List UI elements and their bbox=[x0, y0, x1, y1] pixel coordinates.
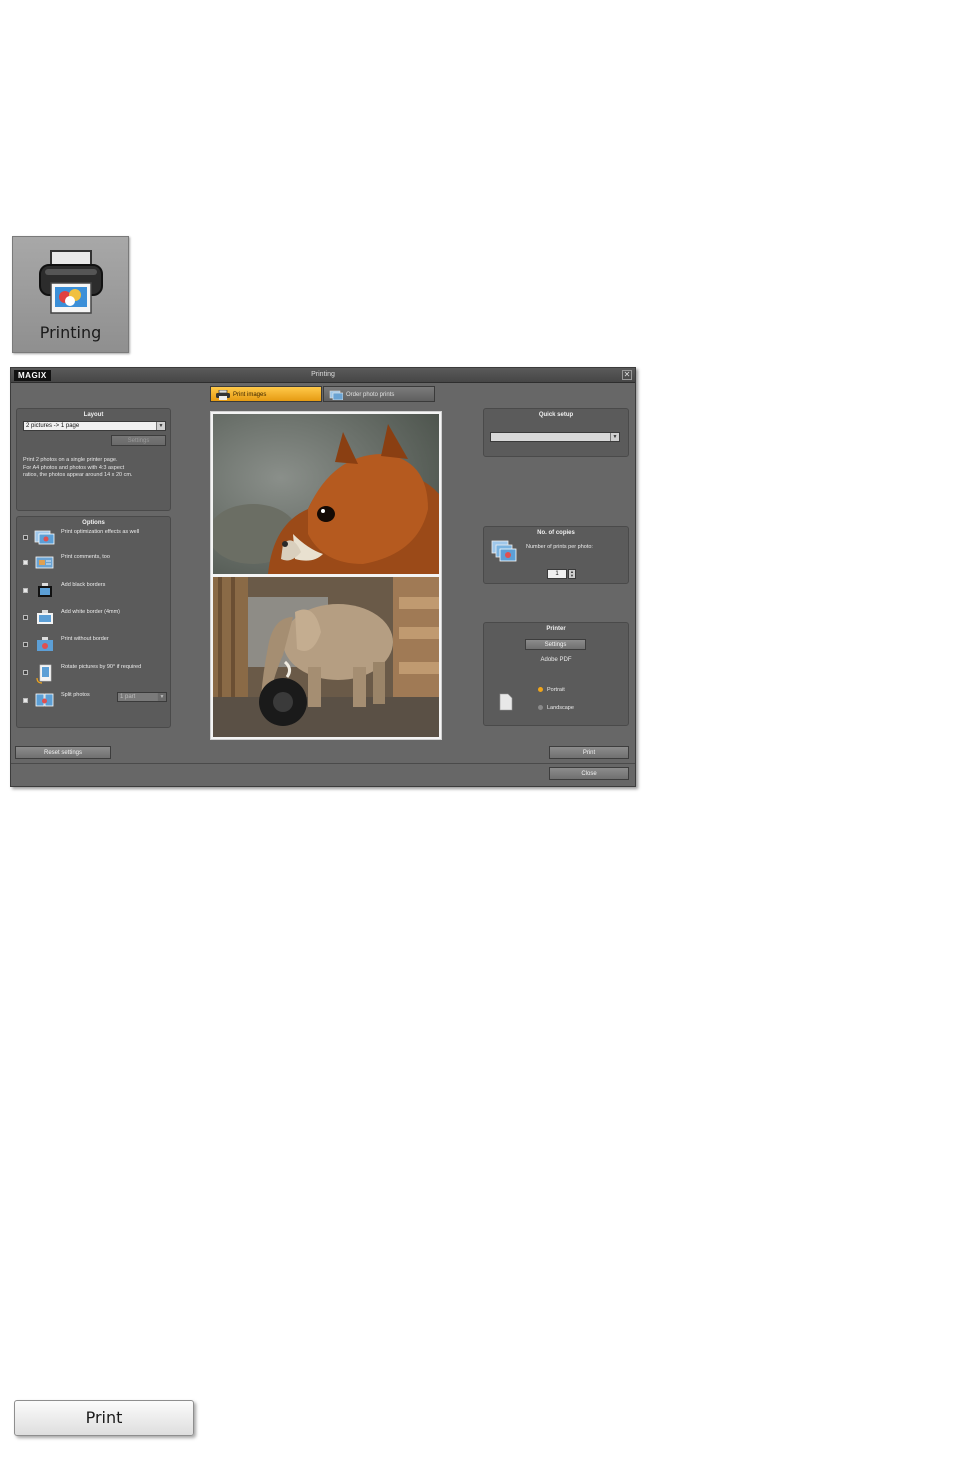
rotate-icon bbox=[36, 664, 52, 684]
photo-order-icon bbox=[329, 390, 343, 400]
standalone-print-button[interactable]: Print bbox=[14, 1400, 194, 1436]
option-checkbox[interactable] bbox=[23, 560, 28, 565]
printer-settings-button[interactable]: Settings bbox=[525, 639, 586, 650]
preview-photo-squirrel bbox=[213, 414, 439, 574]
split-icon bbox=[35, 693, 54, 707]
copies-value[interactable]: 1 bbox=[547, 569, 567, 579]
printer-icon bbox=[216, 390, 230, 400]
printer-panel: Printer Settings Adobe PDF Portrait Land… bbox=[483, 622, 629, 726]
quick-setup-panel: Quick setup ▼ bbox=[483, 408, 629, 457]
radio-dot[interactable] bbox=[538, 705, 543, 711]
split-parts-select[interactable]: 1 part ▼ bbox=[117, 692, 167, 702]
quick-setup-select[interactable]: ▼ bbox=[490, 432, 620, 442]
print-preview bbox=[210, 411, 442, 740]
option-checkbox[interactable] bbox=[23, 588, 28, 593]
copies-spinner[interactable]: 1 ▲ ▼ bbox=[547, 569, 577, 579]
option-checkbox[interactable] bbox=[23, 535, 28, 540]
layout-description-line: ratios, the photos appear around 14 x 20… bbox=[23, 472, 133, 478]
option-split-photos[interactable]: Split photos 1 part ▼ bbox=[21, 692, 169, 710]
option-label: Rotate pictures by 90° if required bbox=[61, 664, 142, 670]
layout-settings-button[interactable]: Settings bbox=[111, 435, 166, 446]
comment-icon bbox=[35, 556, 54, 569]
layout-description-line: For A4 photos and photos with 4:3 aspect bbox=[23, 464, 125, 471]
printer-name: Adobe PDF bbox=[540, 657, 572, 663]
landscape-label: Landscape bbox=[547, 705, 574, 711]
layout-title: Layout bbox=[83, 412, 104, 418]
portrait-radio[interactable]: Portrait bbox=[538, 687, 565, 693]
copies-label: Number of prints per photo: bbox=[526, 544, 593, 550]
radio-dot[interactable] bbox=[538, 687, 543, 693]
layout-select[interactable]: 2 pictures -> 1 page ▼ bbox=[23, 421, 166, 431]
option-label: Split photos bbox=[61, 692, 90, 698]
option-label: Print optimization effects as well bbox=[61, 529, 140, 535]
tab-print-images-label: Print images bbox=[233, 392, 267, 398]
option-black-borders[interactable]: Add black borders bbox=[21, 582, 169, 600]
printing-dialog: MAGIX Printing ✕ Print images Order phot… bbox=[10, 367, 636, 787]
portrait-label: Portrait bbox=[547, 687, 565, 693]
copies-title: No. of copies bbox=[537, 530, 575, 536]
spinner-arrows-icon[interactable]: ▲ ▼ bbox=[568, 569, 576, 579]
window-title: Printing bbox=[311, 371, 335, 378]
reset-settings-button[interactable]: Reset settings bbox=[15, 746, 111, 759]
option-print-comments[interactable]: Print comments, too bbox=[21, 554, 169, 572]
option-checkbox[interactable] bbox=[23, 615, 28, 620]
tab-print-images[interactable]: Print images bbox=[210, 386, 322, 402]
printer-icon bbox=[39, 250, 103, 314]
option-print-optimization[interactable]: Print optimization effects as well bbox=[21, 529, 169, 547]
printing-tile[interactable]: Printing bbox=[12, 236, 129, 353]
option-label: Add white border (4mm) bbox=[61, 609, 120, 615]
layout-description: Print 2 photos on a single printer page.… bbox=[23, 457, 168, 480]
options-panel: Options Print optimization effects as we… bbox=[16, 516, 171, 728]
chevron-down-icon: ▼ bbox=[610, 433, 619, 441]
page-orientation-icon bbox=[499, 693, 513, 711]
landscape-radio[interactable]: Landscape bbox=[538, 705, 574, 711]
preview-photo-elephant bbox=[213, 577, 439, 737]
options-title: Options bbox=[82, 520, 105, 526]
tab-order-photo-prints[interactable]: Order photo prints bbox=[323, 386, 435, 402]
divider bbox=[11, 763, 635, 764]
copies-icon bbox=[491, 540, 517, 562]
layout-panel: Layout 2 pictures -> 1 page ▼ Settings P… bbox=[16, 408, 171, 511]
printing-tile-label: Printing bbox=[39, 323, 102, 342]
option-checkbox[interactable] bbox=[23, 642, 28, 647]
option-label: Print comments, too bbox=[61, 554, 110, 560]
print-button[interactable]: Print bbox=[549, 746, 629, 759]
option-checkbox[interactable] bbox=[23, 698, 28, 703]
tab-bar: Print images Order photo prints bbox=[210, 386, 435, 402]
option-white-border[interactable]: Add white border (4mm) bbox=[21, 609, 169, 627]
close-button[interactable]: Close bbox=[549, 767, 629, 780]
white-border-icon bbox=[37, 610, 53, 624]
no-border-icon bbox=[37, 637, 53, 651]
effects-icon bbox=[34, 530, 55, 545]
close-icon[interactable]: ✕ bbox=[622, 370, 632, 380]
option-label: Print without border bbox=[61, 636, 109, 642]
option-without-border[interactable]: Print without border bbox=[21, 636, 169, 654]
layout-select-value: 2 pictures -> 1 page bbox=[26, 423, 80, 429]
chevron-down-icon: ▼ bbox=[157, 693, 166, 701]
printer-title: Printer bbox=[546, 626, 566, 632]
option-rotate-pictures[interactable]: Rotate pictures by 90° if required bbox=[21, 664, 169, 684]
black-border-icon bbox=[38, 583, 52, 597]
quick-setup-title: Quick setup bbox=[538, 412, 574, 418]
title-bar: MAGIX Printing ✕ bbox=[11, 368, 635, 383]
option-label: Add black borders bbox=[61, 582, 106, 588]
option-checkbox[interactable] bbox=[23, 670, 28, 675]
chevron-down-icon: ▼ bbox=[156, 422, 165, 430]
tab-order-photo-prints-label: Order photo prints bbox=[346, 392, 395, 398]
layout-description-line: Print 2 photos on a single printer page. bbox=[23, 457, 118, 463]
split-parts-value: 1 part bbox=[120, 694, 136, 700]
copies-panel: No. of copies Number of prints per photo… bbox=[483, 526, 629, 584]
